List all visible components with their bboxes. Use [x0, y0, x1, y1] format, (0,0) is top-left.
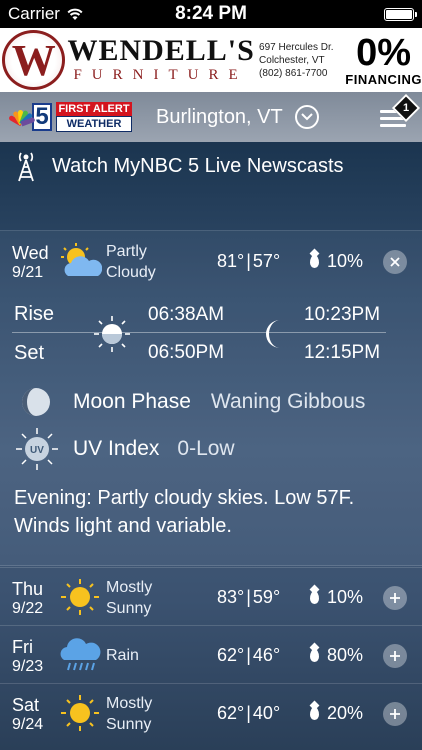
collapse-button[interactable] [383, 250, 407, 274]
watch-live-link[interactable]: Watch MyNBC 5 Live Newscasts [14, 150, 344, 182]
temperatures: 62° | 46° [217, 645, 281, 665]
raindrop-icon [310, 255, 319, 268]
sun-horizon-icon [94, 316, 130, 352]
ad-banner[interactable]: W WENDELL'S FURNITURE 697 Hercules Dr. C… [0, 28, 422, 92]
low-temp: 46° [252, 645, 281, 665]
low-temp: 57° [252, 251, 281, 271]
day-date: 9/23 [12, 658, 44, 675]
header-bar: 5 FIRST ALERT WEATHER Burlington, VT 1 [0, 92, 422, 142]
precip: 10% [310, 587, 363, 608]
moon-phase-label: Moon Phase [73, 390, 191, 413]
rise-set-section: Rise Set 06:38AM 06:50PM 10:23PM 12:15PM [0, 298, 422, 368]
uv-value: 0-Low [177, 437, 235, 460]
moonset-time: 12:15PM [304, 342, 381, 363]
day-date: 9/24 [12, 716, 44, 733]
badge-top-text: FIRST ALERT [56, 102, 132, 116]
today-row[interactable]: Wed 9/21 Partly Cloudy 81° | 57° 10% [0, 232, 422, 290]
raindrop-icon [310, 591, 319, 604]
precip-value: 10% [327, 251, 364, 271]
forecast-description: Evening: Partly cloudy skies. Low 57F. W… [14, 487, 355, 537]
horizon-line [12, 332, 386, 333]
carrier-label: Carrier [8, 4, 60, 23]
day-date: 9/22 [12, 600, 44, 617]
high-temp: 62° [217, 645, 245, 665]
day-name: Thu [12, 579, 44, 599]
chevron-down-icon [294, 105, 319, 129]
expand-button[interactable] [383, 702, 407, 726]
status-bar: Carrier 8:24 PM [0, 0, 422, 28]
ad-promo-label: FINANCING [345, 71, 422, 87]
set-label: Set [14, 342, 45, 364]
svg-text:UV: UV [30, 445, 44, 456]
uv-label: UV Index [73, 437, 160, 460]
precip: 20% [310, 703, 363, 724]
location-label: Burlington, VT [156, 105, 283, 128]
day-date: 9/21 [12, 264, 44, 281]
ad-brand: WENDELL'S FURNITURE [67, 36, 255, 84]
forecast-row-sat[interactable]: Sat 9/24 Mostly Sunny 62° | 40° 20% [0, 683, 422, 741]
precip-value: 10% [327, 587, 364, 607]
wifi-icon [67, 8, 83, 20]
ad-address: 697 Hercules Dr. Colchester, VT (802) 86… [259, 41, 343, 80]
location-selector[interactable]: Burlington, VT [156, 105, 319, 129]
moon-icon [266, 320, 280, 348]
peacock-icon [8, 104, 36, 130]
precip-value: 20% [327, 703, 364, 723]
moon-phase-value: Waning Gibbous [210, 390, 366, 413]
temperatures: 83° | 59° [217, 587, 281, 607]
expand-button[interactable] [383, 644, 407, 668]
ad-address-line1: 697 Hercules Dr. [259, 41, 334, 53]
high-temp: 81° [217, 251, 245, 271]
sun-icon [61, 579, 99, 615]
condition: Mostly Sunny [106, 579, 153, 617]
moonrise-time: 10:23PM [304, 304, 381, 325]
day-name: Wed [12, 243, 49, 263]
high-temp: 62° [217, 703, 245, 723]
temperatures: 81° | 57° [217, 251, 281, 271]
battery-icon [384, 7, 417, 21]
station-logo: 5 [8, 102, 52, 132]
ad-phone: (802) 861-7700 [259, 67, 328, 79]
expand-button[interactable] [383, 586, 407, 610]
station-number: 5 [32, 103, 52, 131]
precip: 80% [310, 645, 363, 666]
day-name: Fri [12, 637, 33, 657]
rain-cloud-icon [60, 638, 101, 671]
high-temp: 83° [217, 587, 245, 607]
clock: 8:24 PM [175, 3, 247, 24]
badge-bottom-text: WEATHER [56, 116, 132, 132]
first-alert-badge: FIRST ALERT WEATHER [56, 102, 132, 132]
watch-live-label: Watch MyNBC 5 Live Newscasts [52, 154, 344, 177]
moon-phase-icon [22, 388, 50, 416]
forecast-row-thu[interactable]: Thu 9/22 Mostly Sunny 83° | 59° 10% [0, 567, 422, 625]
ad-brand-subname: FURNITURE [73, 67, 248, 83]
day-name: Sat [12, 695, 40, 715]
uv-icon: UV [16, 428, 58, 470]
condition: Rain [106, 647, 139, 664]
temperatures: 62° | 40° [217, 703, 281, 723]
ad-promo-percent: 0% [356, 31, 412, 74]
sun-icon [61, 695, 99, 731]
precip-value: 80% [327, 645, 364, 665]
moon-phase-row: Moon Phase Waning Gibbous [20, 386, 365, 418]
low-temp: 40° [252, 703, 281, 723]
condition: Partly Cloudy [106, 243, 156, 281]
rise-label: Rise [14, 303, 55, 325]
precip: 10% [310, 251, 363, 272]
raindrop-icon [310, 649, 319, 662]
condition: Mostly Sunny [106, 695, 153, 733]
ad-address-line2: Colchester, VT [259, 54, 325, 66]
forecast-row-fri[interactable]: Fri 9/23 Rain 62° | 46° 80% [0, 625, 422, 683]
menu-button[interactable]: 1 [380, 93, 421, 132]
broadcast-tower-icon [18, 152, 34, 182]
ad-promo: 0% FINANCING [345, 34, 422, 87]
low-temp: 59° [252, 587, 281, 607]
ad-logo: W [2, 30, 66, 90]
ad-brand-name: WENDELL'S [67, 34, 255, 67]
partly-cloudy-icon [61, 243, 102, 276]
raindrop-icon [310, 707, 319, 720]
sunset-time: 06:50PM [148, 342, 225, 363]
uv-index-row: UV UV Index 0-Low [14, 426, 235, 472]
sunrise-time: 06:38AM [148, 304, 225, 325]
